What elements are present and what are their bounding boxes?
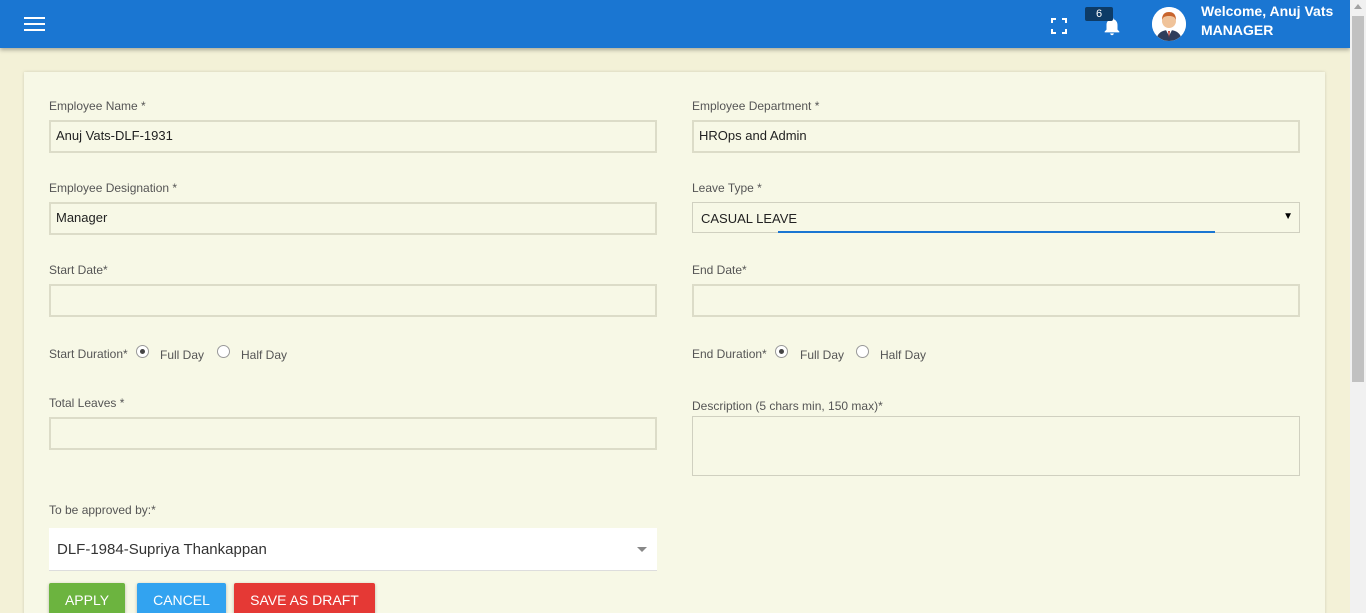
employee-name-field[interactable]: Anuj Vats-DLF-1931 [49,120,657,153]
start-full-day-radio[interactable] [136,345,149,358]
top-app-bar: 6 Welcome, Anuj Vats MANAGER [0,0,1350,48]
start-half-day-radio[interactable] [217,345,230,358]
description-label: Description (5 chars min, 150 max)* [692,399,883,413]
employee-designation-field[interactable]: Manager [49,202,657,235]
end-duration-label: End Duration* [692,347,767,361]
end-date-field[interactable] [692,284,1300,317]
end-full-day-radio[interactable] [775,345,788,358]
chevron-down-icon [637,547,647,552]
end-date-label: End Date* [692,263,747,277]
apply-button[interactable]: APPLY [49,583,125,613]
total-leaves-label: Total Leaves * [49,396,125,410]
end-full-day-label: Full Day [800,348,845,362]
approver-label: To be approved by:* [49,503,156,517]
approver-value: DLF-1984-Supriya Thankappan [57,541,267,558]
notification-badge: 6 [1085,7,1113,21]
welcome-block: Welcome, Anuj Vats MANAGER [1201,2,1333,40]
leave-type-label: Leave Type * [692,181,762,195]
total-leaves-field[interactable] [49,417,657,450]
start-duration-label: Start Duration* [49,347,128,361]
description-textarea[interactable] [692,416,1300,476]
focus-underline [778,231,1215,233]
menu-icon[interactable] [24,17,46,33]
vertical-scrollbar[interactable] [1350,0,1366,613]
start-half-day-label: Half Day [241,348,288,362]
user-role: MANAGER [1201,22,1274,38]
scroll-thumb[interactable] [1352,16,1364,382]
welcome-text: Welcome, Anuj Vats [1201,3,1334,19]
employee-name-label: Employee Name * [49,99,146,113]
approver-select[interactable]: DLF-1984-Supriya Thankappan [49,528,657,571]
employee-department-field[interactable]: HROps and Admin [692,120,1300,153]
start-full-day-label: Full Day [160,348,205,362]
leave-type-value: CASUAL LEAVE [701,211,798,226]
cancel-button[interactable]: CANCEL [137,583,226,613]
user-avatar[interactable] [1152,7,1186,41]
start-date-label: Start Date* [49,263,108,277]
employee-designation-label: Employee Designation * [49,181,178,195]
fullscreen-icon[interactable] [1051,18,1067,34]
end-half-day-radio[interactable] [856,345,869,358]
scroll-up-icon[interactable] [1354,4,1362,9]
leave-type-select[interactable]: CASUAL LEAVE ▼ [692,202,1300,233]
employee-department-label: Employee Department * [692,99,820,113]
end-half-day-label: Half Day [880,348,927,362]
start-date-field[interactable] [49,284,657,317]
save-as-draft-button[interactable]: SAVE AS DRAFT [234,583,375,613]
dropdown-caret-icon: ▼ [1283,211,1293,222]
